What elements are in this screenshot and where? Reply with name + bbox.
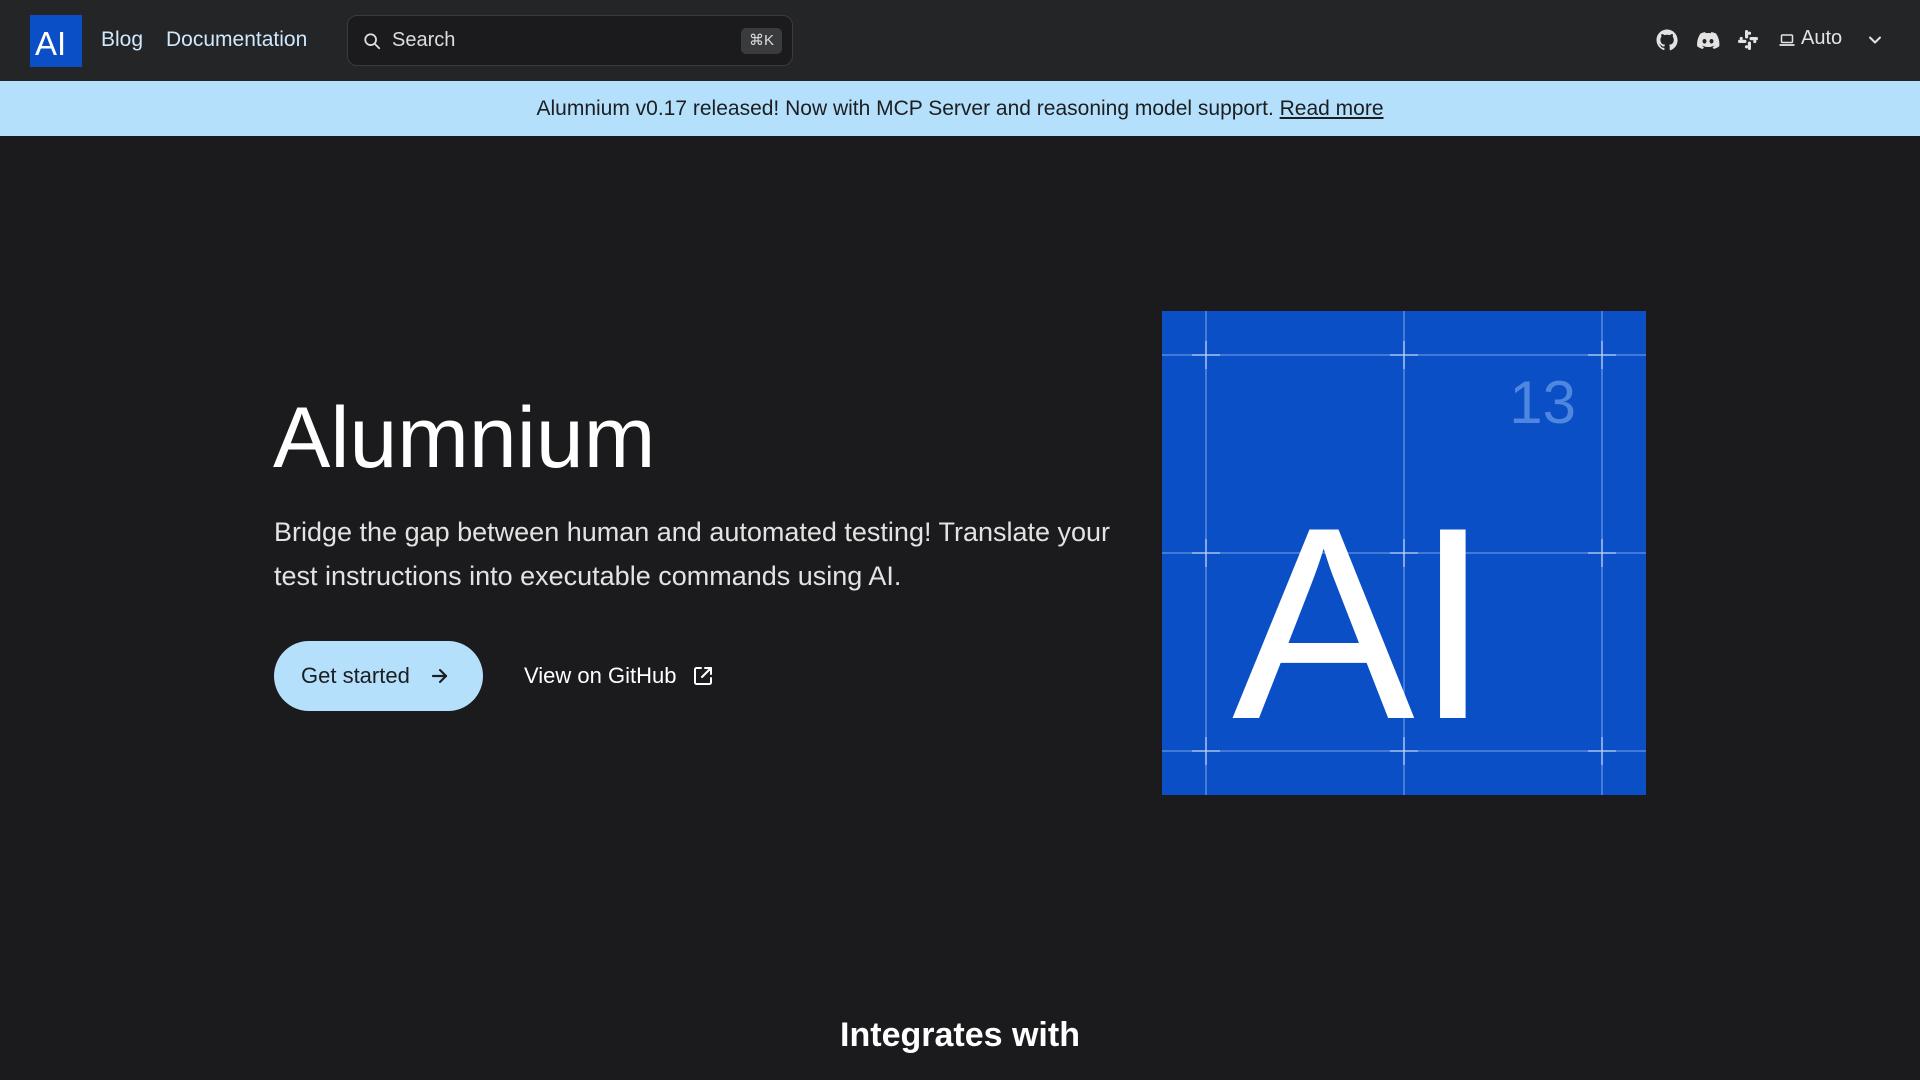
laptop-icon — [1779, 34, 1795, 46]
search-icon — [364, 33, 381, 50]
integrates-heading: Integrates with — [840, 1016, 1080, 1054]
announcement-text: Alumnium v0.17 released! Now with MCP Se… — [536, 97, 1274, 120]
github-icon[interactable] — [1655, 28, 1679, 52]
search-shortcut-badge: ⌘K — [740, 28, 782, 54]
logo-link[interactable]: AI — [30, 15, 82, 67]
nav-link-blog[interactable]: Blog — [101, 27, 143, 52]
theme-label: Auto — [1801, 27, 1843, 49]
logo-text: AI — [35, 25, 67, 62]
get-started-label: Get started — [301, 663, 410, 688]
search-button[interactable]: Search ⌘K — [347, 15, 793, 66]
discord-icon[interactable] — [1696, 28, 1720, 52]
hero-title: Alumnium — [273, 390, 656, 486]
view-on-github-label: View on GitHub — [524, 663, 677, 688]
navbar: AI Blog Documentation Search ⌘K Auto — [0, 0, 1920, 81]
external-link-icon — [694, 667, 712, 685]
element-symbol: AI — [1232, 471, 1491, 777]
chevron-down-icon[interactable] — [1868, 33, 1882, 47]
get-started-button[interactable]: Get started — [274, 641, 483, 711]
nav-link-documentation[interactable]: Documentation — [166, 27, 307, 52]
hero-subtitle: Bridge the gap between human and automat… — [274, 517, 1111, 591]
atomic-number: 13 — [1509, 369, 1576, 436]
search-placeholder: Search — [392, 29, 456, 51]
announcement-read-more-link[interactable]: Read more — [1280, 97, 1384, 120]
announcement-bar: Alumnium v0.17 released! Now with MCP Se… — [0, 81, 1920, 136]
periodic-element-tile: 13 AI — [1162, 311, 1646, 795]
arrow-right-icon — [431, 668, 448, 684]
slack-icon[interactable] — [1736, 28, 1760, 52]
